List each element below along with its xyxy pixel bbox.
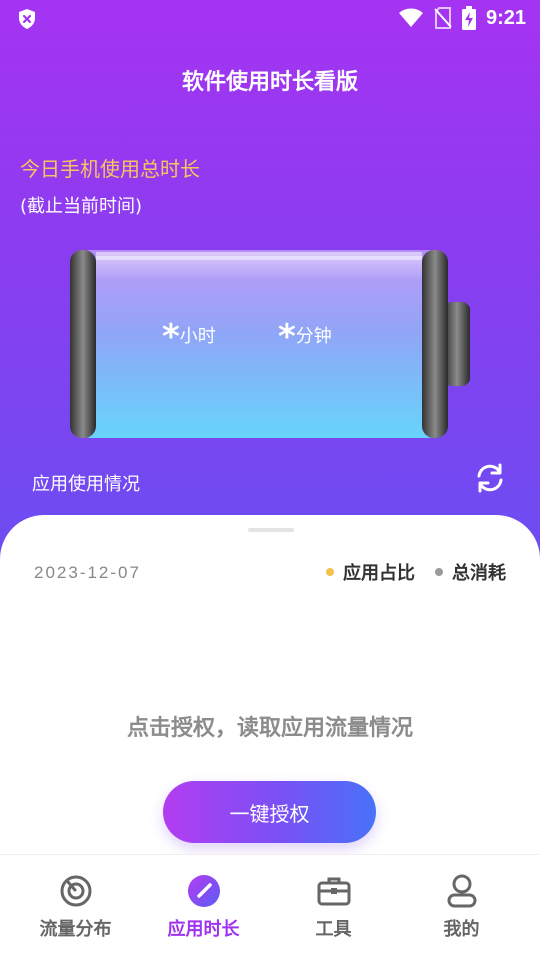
minutes-readout: *分钟 [278, 320, 332, 354]
hours-unit: 小时 [179, 326, 216, 347]
legend-app-share-label: 应用占比 [343, 563, 415, 584]
tab-app-usage-time[interactable]: 应用时长 [136, 855, 271, 960]
wifi-icon [398, 8, 424, 28]
refresh-icon [473, 461, 507, 499]
tab-profile[interactable]: 我的 [394, 855, 529, 960]
legend-total-consumption[interactable]: 总消耗 [435, 559, 506, 585]
legend-dot-total-consumption [435, 568, 443, 576]
minutes-unit: 分钟 [295, 326, 332, 347]
today-usage-subtitle: (截止当前时间) [20, 196, 143, 217]
hours-value: * [162, 317, 180, 357]
toolbox-icon [316, 873, 352, 909]
refresh-button[interactable] [470, 460, 510, 500]
usage-date: 2023-12-07 [34, 563, 141, 582]
hours-readout: *小时 [162, 320, 216, 354]
app-usage-label: 应用使用情况 [32, 474, 140, 495]
auth-hint-text: 点击授权，读取应用流量情况 [126, 716, 413, 741]
traffic-dial-icon [58, 873, 94, 909]
sheet-drag-handle[interactable] [248, 528, 294, 532]
tab-traffic-distribution[interactable]: 流量分布 [8, 855, 143, 960]
bottom-tab-bar: 流量分布 应用时长 工具 我的 [0, 854, 540, 960]
tab-app-usage-time-label: 应用时长 [167, 919, 240, 940]
tab-traffic-distribution-label: 流量分布 [39, 919, 112, 940]
compass-gauge-icon [186, 873, 222, 909]
status-bar: 9:21 [0, 0, 540, 38]
authorize-button[interactable]: 一键授权 [163, 781, 376, 843]
chart-legend: 应用占比 总消耗 [326, 559, 506, 585]
tab-profile-label: 我的 [443, 919, 480, 940]
minutes-value: * [278, 317, 296, 357]
profile-icon [444, 873, 480, 909]
today-usage-title: 今日手机使用总时长 [20, 157, 200, 181]
status-time: 9:21 [485, 6, 526, 29]
usage-sheet: 2023-12-07 应用占比 总消耗 点击授权，读取应用流量情况 一键授权 [0, 515, 540, 860]
legend-total-consumption-label: 总消耗 [452, 563, 506, 584]
tab-tools[interactable]: 工具 [266, 855, 401, 960]
legend-dot-app-share [326, 568, 334, 576]
legend-app-share[interactable]: 应用占比 [326, 559, 415, 585]
no-sim-icon [434, 7, 452, 29]
tab-tools-label: 工具 [315, 919, 352, 940]
shield-x-icon [16, 8, 38, 30]
battery-illustration: *小时 *分钟 [66, 246, 476, 442]
battery-charging-icon [461, 6, 476, 30]
page-title: 软件使用时长看版 [181, 70, 358, 95]
